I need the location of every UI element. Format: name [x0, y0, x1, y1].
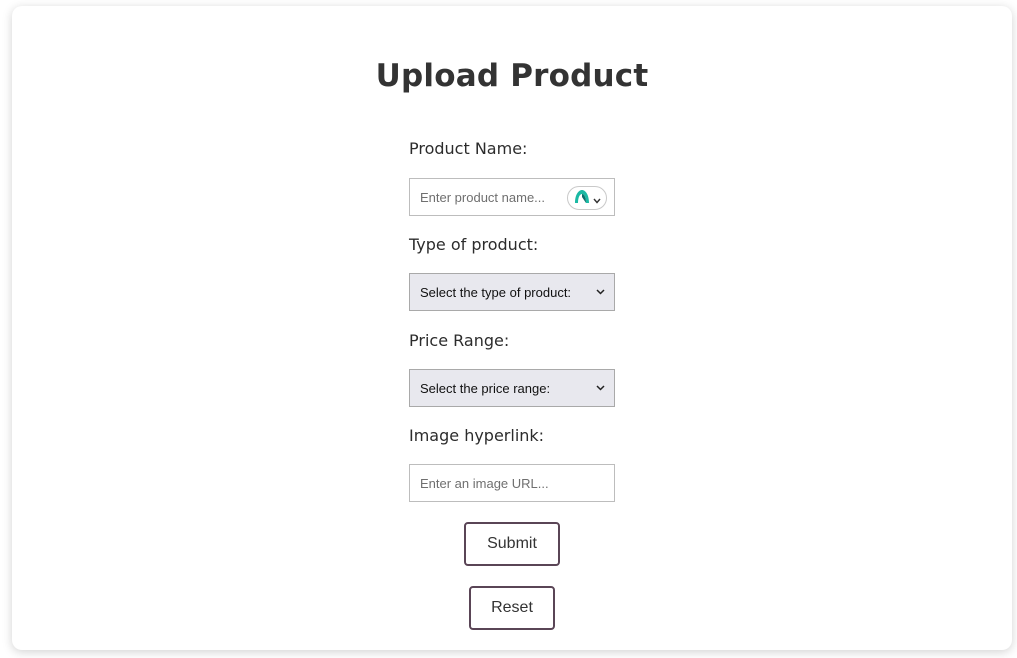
chevron-down-icon — [594, 286, 606, 298]
price-range-label: Price Range: — [409, 331, 510, 350]
price-range-selected: Select the price range: — [420, 380, 551, 396]
image-url-input[interactable] — [409, 464, 615, 502]
product-type-selected: Select the type of product: — [420, 284, 572, 300]
reset-button[interactable]: Reset — [469, 586, 555, 630]
extension-logo-icon — [573, 188, 591, 208]
chevron-down-icon — [593, 189, 601, 208]
password-manager-badge[interactable] — [567, 186, 607, 210]
upload-form-card: Upload Product Product Name: Type of pro… — [12, 6, 1012, 650]
page-title: Upload Product — [375, 58, 649, 94]
product-type-label: Type of product: — [409, 235, 539, 254]
chevron-down-icon — [594, 382, 606, 394]
price-range-select[interactable]: Select the price range: — [409, 369, 615, 407]
image-link-label: Image hyperlink: — [409, 426, 545, 445]
product-name-label: Product Name: — [409, 139, 528, 158]
product-type-select[interactable]: Select the type of product: — [409, 273, 615, 311]
submit-button[interactable]: Submit — [464, 522, 560, 566]
